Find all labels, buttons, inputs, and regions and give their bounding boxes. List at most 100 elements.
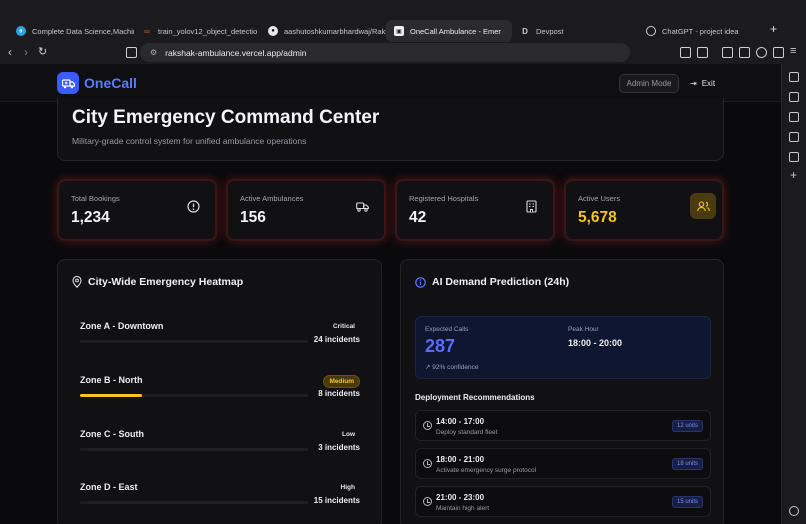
stat-card-active-ambulances: Active Ambulances 156 <box>226 179 386 241</box>
wallet-side-icon[interactable] <box>789 112 799 122</box>
stat-label: Total Bookings <box>71 194 120 203</box>
recommendation-desc: Activate emergency surge protocol <box>436 467 537 474</box>
chatgpt-icon <box>646 26 656 36</box>
app-header: OneCall Admin Mode ⇥ Exit <box>0 64 781 102</box>
incident-bar-fill <box>80 394 142 397</box>
hospital-icon <box>526 200 537 213</box>
page-title: City Emergency Command Center <box>72 107 380 128</box>
add-panel-icon[interactable]: + <box>790 168 797 182</box>
menu-icon[interactable]: ≡ <box>790 45 796 57</box>
incident-bar-track <box>80 448 308 451</box>
recommendation-time: 18:00 - 21:00 <box>436 455 485 464</box>
incident-bar-track <box>80 340 308 343</box>
browser-tab-6[interactable]: ChatGPT - project idea <box>638 20 764 42</box>
tab-label: Complete Data Science,Machin <box>32 26 134 36</box>
screenshot-icon[interactable] <box>697 47 708 58</box>
alert-circle-icon <box>187 200 200 213</box>
recommendation-time: 14:00 - 17:00 <box>436 417 485 426</box>
browser-chrome: ✈ Complete Data Science,Machin ∞ train_y… <box>0 0 806 64</box>
browser-sidebar: + <box>781 64 806 524</box>
history-side-icon[interactable] <box>789 152 799 162</box>
tab-bar: ✈ Complete Data Science,Machin ∞ train_y… <box>0 20 806 42</box>
bookmarks-side-icon[interactable] <box>789 132 799 142</box>
brand-name[interactable]: OneCall <box>84 75 137 91</box>
hero-card: City Emergency Command Center Military-g… <box>57 98 724 161</box>
units-badge: 18 units <box>671 458 703 470</box>
url-bar[interactable]: ⚙ rakshak-ambulance.vercel.app/admin <box>140 43 630 62</box>
expected-calls-label: Expected Calls <box>425 326 469 333</box>
severity-badge: Low <box>342 431 355 438</box>
browser-tab-1[interactable]: ✈ Complete Data Science,Machin <box>8 20 134 42</box>
logout-icon: ⇥ <box>690 79 697 88</box>
site-settings-icon[interactable]: ⚙ <box>150 48 157 57</box>
heatmap-title: City-Wide Emergency Heatmap <box>72 276 243 288</box>
page-subtitle: Military-grade control system for unifie… <box>72 136 307 146</box>
zone-row-south[interactable]: Zone C - South Low 3 incidents <box>80 429 360 469</box>
address-row: ‹ › ↻ ⚙ rakshak-ambulance.vercel.app/adm… <box>0 42 806 64</box>
zone-row-downtown[interactable]: Zone A - Downtown Critical 24 incidents <box>80 321 360 361</box>
browser-tab-2[interactable]: ∞ train_yolov12_object_detectio <box>134 20 260 42</box>
stat-value: 42 <box>409 209 427 226</box>
peak-hour-label: Peak Hour <box>568 326 599 333</box>
incident-count: 8 incidents <box>318 389 360 398</box>
url-text: rakshak-ambulance.vercel.app/admin <box>165 47 307 58</box>
recommendation-item[interactable]: 18:00 - 21:00 Activate emergency surge p… <box>415 448 711 479</box>
browser-tab-active[interactable]: ▣ OneCall Ambulance - Emer ✕ <box>386 20 512 42</box>
confidence-value: 92% confidence <box>432 364 479 371</box>
clock-icon <box>423 497 432 506</box>
zone-name: Zone C - South <box>80 429 144 439</box>
stat-value: 156 <box>240 209 266 226</box>
stat-card-registered-hospitals: Registered Hospitals 42 <box>395 179 555 241</box>
browser-tab-3[interactable]: ● aashutoshkumarbhardwaj/Raksh <box>260 20 386 42</box>
forward-icon[interactable]: › <box>24 45 28 59</box>
incident-count: 24 incidents <box>313 335 360 344</box>
telegram-icon: ✈ <box>16 26 26 36</box>
back-icon[interactable]: ‹ <box>8 45 12 59</box>
info-icon <box>415 276 426 288</box>
incident-bar-track <box>80 394 308 397</box>
reload-icon[interactable]: ↻ <box>38 45 47 58</box>
extensions-icon[interactable] <box>680 47 691 58</box>
new-tab-button[interactable]: + <box>770 22 777 36</box>
github-icon: ● <box>268 26 278 36</box>
prediction-title-text: AI Demand Prediction (24h) <box>432 276 570 288</box>
sidebar-settings-icon[interactable] <box>789 506 799 516</box>
leo-ai-icon[interactable] <box>789 72 799 82</box>
zone-name: Zone D - East <box>80 482 138 492</box>
prediction-summary: Expected Calls 287 Peak Hour 18:00 - 20:… <box>415 316 711 379</box>
units-badge: 15 units <box>671 496 703 508</box>
recommendations-title: Deployment Recommendations <box>415 393 535 402</box>
confidence-text: ↗ 92% confidence <box>425 363 479 371</box>
prediction-panel: AI Demand Prediction (24h) Expected Call… <box>400 259 724 524</box>
bookmark-icon[interactable] <box>126 47 137 58</box>
zone-row-north[interactable]: Zone B - North Medium 8 incidents <box>80 375 360 415</box>
recommendation-desc: Maintain high alert <box>436 505 490 512</box>
leo-icon[interactable] <box>756 47 767 58</box>
stat-value: 5,678 <box>578 209 617 226</box>
tab-label: Devpost <box>536 26 564 36</box>
tab-label: ChatGPT - project idea <box>662 26 739 36</box>
prediction-title: AI Demand Prediction (24h) <box>415 276 569 288</box>
stat-label: Registered Hospitals <box>409 194 479 203</box>
reading-list-icon[interactable] <box>789 92 799 102</box>
map-pin-icon <box>72 276 82 288</box>
vpn-icon[interactable] <box>773 47 784 58</box>
heatmap-panel: City-Wide Emergency Heatmap Zone A - Dow… <box>57 259 382 524</box>
ambulance-icon: ▣ <box>394 26 404 36</box>
tab-label: OneCall Ambulance - Emer <box>410 26 501 36</box>
recommendation-item[interactable]: 21:00 - 23:00 Maintain high alert 15 uni… <box>415 486 711 517</box>
exit-button[interactable]: ⇥ Exit <box>690 74 715 93</box>
users-icon <box>690 193 716 219</box>
admin-mode-button[interactable]: Admin Mode <box>619 74 679 93</box>
clock-icon <box>423 421 432 430</box>
browser-tab-5[interactable]: D Devpost <box>512 20 638 42</box>
tab-label: aashutoshkumarbhardwaj/Raksh <box>284 26 386 36</box>
zone-row-east[interactable]: Zone D - East High 15 incidents <box>80 482 360 522</box>
wallet-icon[interactable] <box>739 47 750 58</box>
sidebar-toggle-icon[interactable] <box>722 47 733 58</box>
incident-count: 15 incidents <box>313 496 360 505</box>
peak-hour-value: 18:00 - 20:00 <box>568 338 623 348</box>
recommendation-item[interactable]: 14:00 - 17:00 Deploy standard fleet 12 u… <box>415 410 711 441</box>
zone-name: Zone B - North <box>80 375 143 385</box>
severity-badge: Critical <box>332 323 355 330</box>
